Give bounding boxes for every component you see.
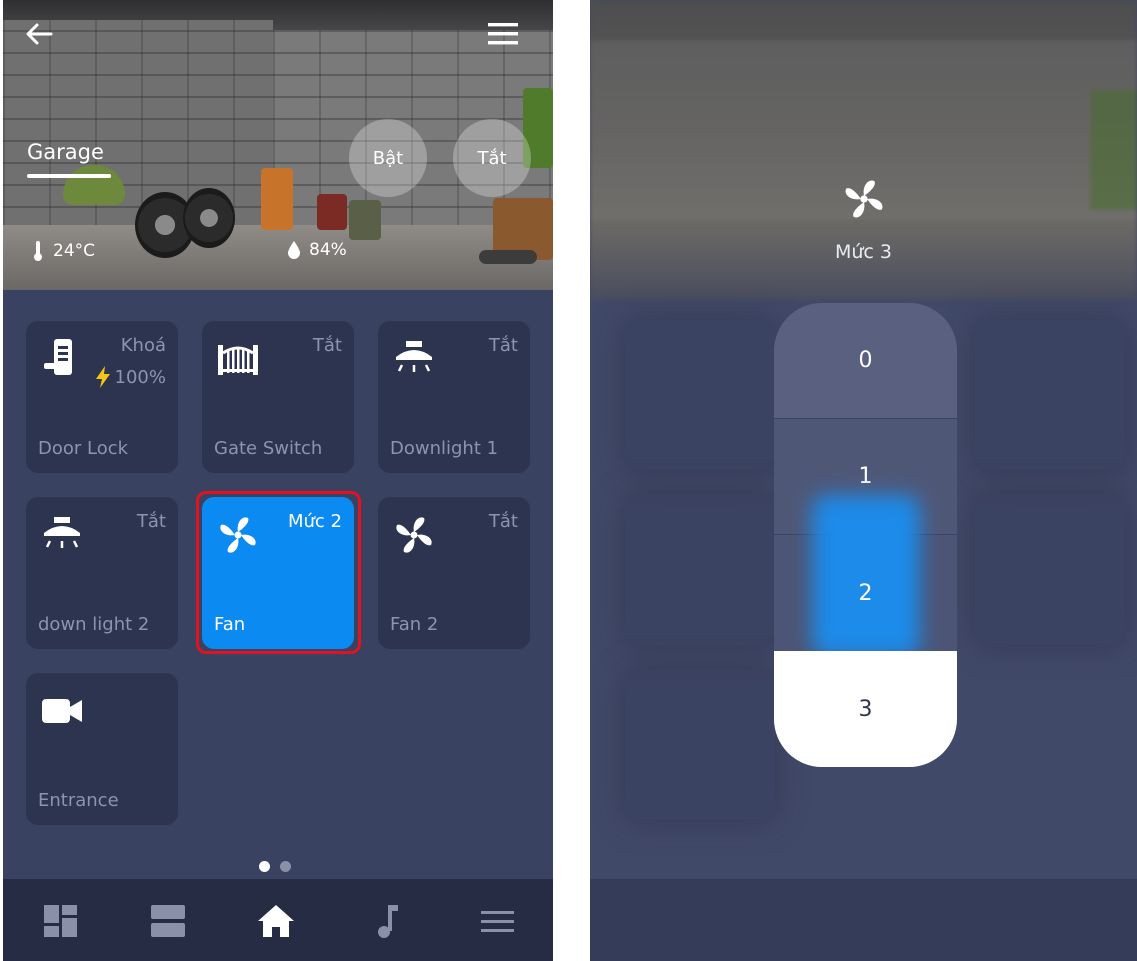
tile-door-lock[interactable]: Khoá 100% Door Lock <box>26 321 178 473</box>
dashboard-icon[interactable] <box>41 903 81 939</box>
tile-name: Gate Switch <box>214 438 323 459</box>
blurred-bottom-bar <box>590 879 1137 961</box>
music-icon[interactable] <box>368 903 408 939</box>
room-title-underline <box>27 174 111 178</box>
humidity-value: 84% <box>309 240 347 260</box>
menu-icon[interactable] <box>478 903 518 939</box>
hero-stool <box>479 250 537 264</box>
tile-name: Fan 2 <box>390 614 439 635</box>
gate-icon <box>218 345 258 375</box>
fan-icon <box>845 180 883 218</box>
hero-tyre <box>183 188 235 248</box>
all-off-button[interactable]: Tắt <box>453 119 531 197</box>
tile-downlight-1[interactable]: Tắt Downlight 1 <box>378 321 530 473</box>
blur-shape <box>1090 90 1137 210</box>
speed-option-0[interactable]: 0 <box>774 303 957 419</box>
tile-status: Khoá <box>120 335 166 356</box>
tile-name: Downlight 1 <box>390 438 499 459</box>
all-off-label: Tắt <box>477 147 507 169</box>
water-drop-icon <box>288 241 300 259</box>
tile-status: Tắt <box>488 335 518 356</box>
fan-speed-screen: Mức 3 0 1 2 3 <box>590 0 1137 961</box>
blurred-tile <box>625 495 775 645</box>
tile-status: Tắt <box>312 335 342 356</box>
tile-name: down light 2 <box>38 614 150 635</box>
speed-option-label: 3 <box>858 696 873 722</box>
hero-wall-left <box>3 20 273 230</box>
touch-highlight <box>812 495 920 657</box>
bottom-navigation-bar <box>3 879 553 961</box>
tile-gate-switch[interactable]: Tắt Gate Switch <box>202 321 354 473</box>
camera-icon <box>42 699 82 723</box>
door-lock-icon <box>44 339 72 375</box>
downlight-icon <box>44 517 80 548</box>
room-title[interactable]: Garage <box>27 140 104 164</box>
rooms-icon[interactable] <box>148 903 188 939</box>
battery-readout: 100% <box>93 365 166 389</box>
tile-entrance[interactable]: Entrance <box>26 673 178 825</box>
speed-option-2[interactable]: 2 <box>774 495 957 657</box>
page-dot-active[interactable] <box>259 861 270 872</box>
speed-option-label: 1 <box>858 464 873 489</box>
page-indicator <box>259 861 291 872</box>
lightning-icon <box>95 366 110 388</box>
speed-option-label: 0 <box>858 348 873 373</box>
current-level-label: Mức 3 <box>834 241 892 263</box>
fan-tile-highlight-box <box>196 491 361 654</box>
page-dot[interactable] <box>280 861 291 872</box>
fan-speed-slider[interactable]: 0 1 2 3 <box>774 303 957 767</box>
tile-status: Tắt <box>136 511 166 532</box>
blurred-tile <box>975 495 1125 645</box>
blurred-tile <box>975 320 1125 470</box>
tile-name: Entrance <box>38 790 119 811</box>
home-icon[interactable] <box>256 903 296 939</box>
temperature-value: 24°C <box>53 241 96 261</box>
hero-jerrycan <box>349 200 381 240</box>
tile-name: Door Lock <box>38 438 129 459</box>
tile-status: Tắt <box>488 511 518 532</box>
downlight-icon <box>396 341 432 372</box>
hamburger-menu-icon[interactable] <box>487 20 519 48</box>
speed-option-label: 2 <box>858 580 873 606</box>
hero-jerrycan <box>317 194 347 230</box>
all-on-label: Bật <box>372 147 404 169</box>
humidity-readout: 84% <box>287 240 347 260</box>
thermometer-icon <box>34 241 42 261</box>
temperature-readout: 24°C <box>33 240 95 262</box>
tile-fan-2[interactable]: Tắt Fan 2 <box>378 497 530 649</box>
device-dashboard-screen: Garage Bật Tắt 24°C 84% Khoá 100% Door L… <box>3 0 553 961</box>
hero-cabinet <box>261 168 293 230</box>
room-hero-image: Garage Bật Tắt 24°C 84% <box>3 0 553 290</box>
blurred-tile <box>625 670 775 820</box>
back-arrow-icon[interactable] <box>23 18 55 50</box>
all-on-button[interactable]: Bật <box>349 119 427 197</box>
battery-value: 100% <box>114 366 166 388</box>
speed-option-3-selected[interactable]: 3 <box>774 651 957 767</box>
fan-icon <box>396 517 432 553</box>
tile-down-light-2[interactable]: Tắt down light 2 <box>26 497 178 649</box>
blurred-tile <box>625 320 775 470</box>
